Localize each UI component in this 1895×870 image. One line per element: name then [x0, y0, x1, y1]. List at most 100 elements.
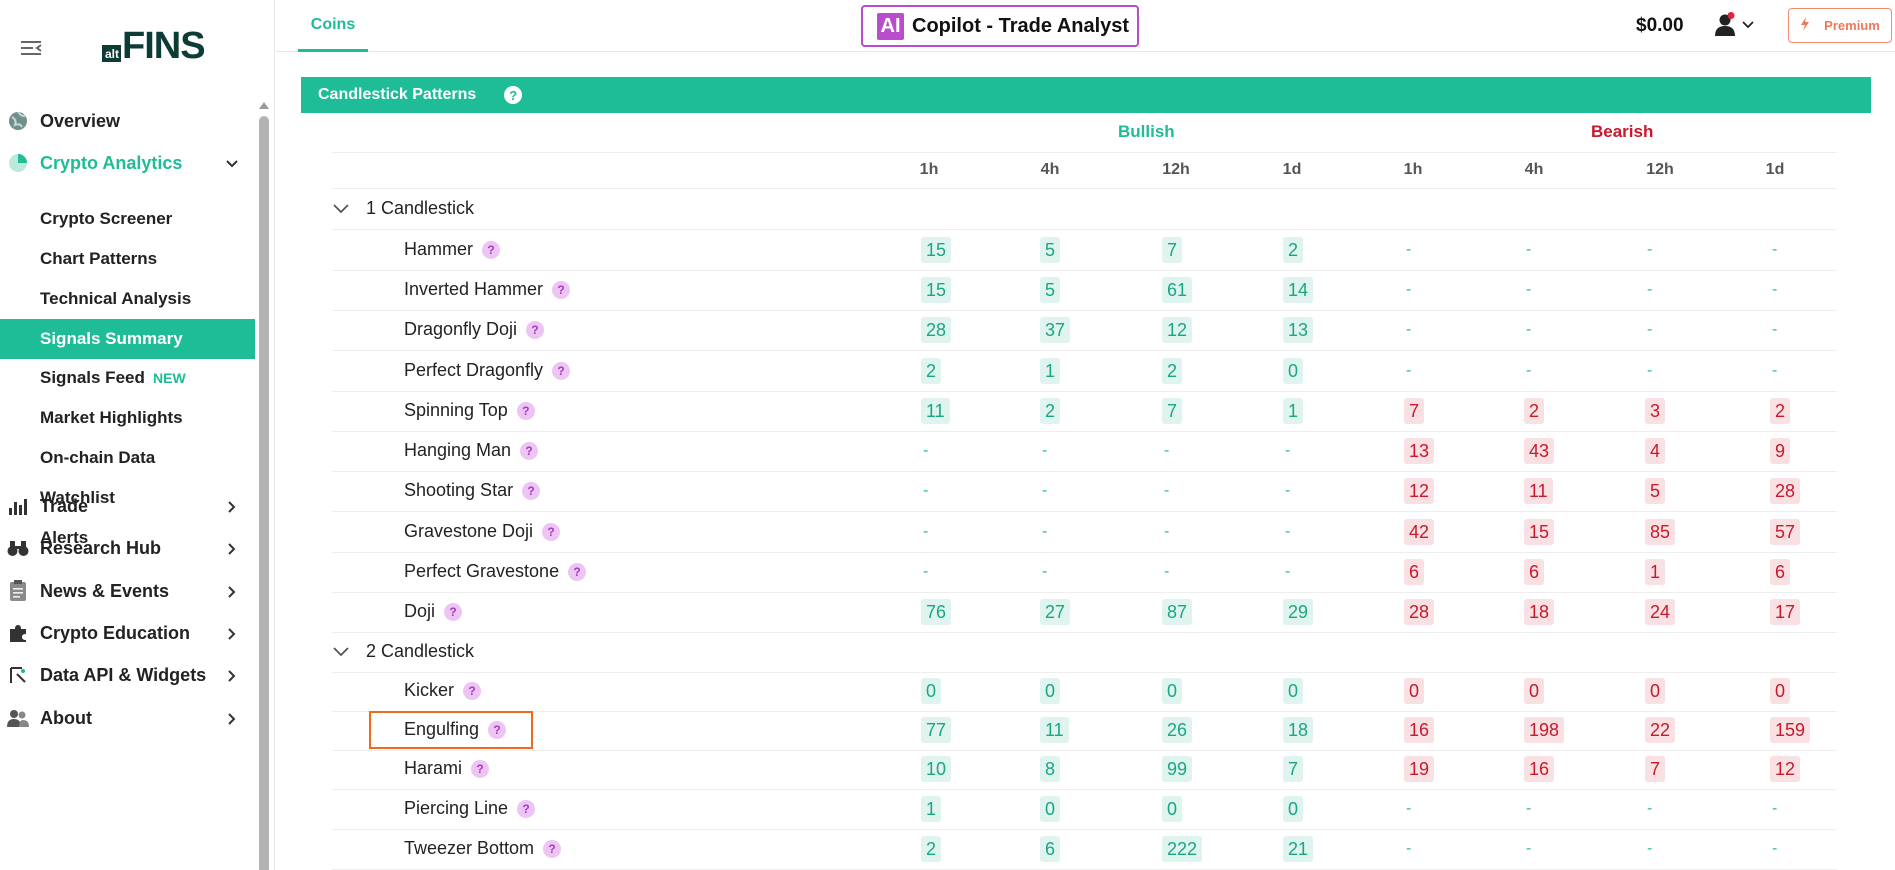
signal-cell-bull[interactable]: 37: [1040, 310, 1071, 349]
signal-cell-bull[interactable]: -: [921, 552, 928, 591]
help-question-icon[interactable]: ?: [444, 602, 463, 621]
signal-cell-bull[interactable]: 76: [921, 592, 952, 631]
signal-count[interactable]: 6: [1040, 835, 1061, 862]
scroll-up-arrow-icon[interactable]: [259, 102, 269, 109]
signal-count[interactable]: 2: [1162, 357, 1183, 384]
signal-cell-bull[interactable]: -: [1162, 552, 1169, 591]
signal-count[interactable]: 0: [1404, 677, 1425, 704]
signal-count[interactable]: 28: [921, 316, 952, 343]
sidebar-item-data-api-widgets[interactable]: Data API & Widgets: [0, 654, 258, 696]
help-question-icon[interactable]: ?: [552, 280, 571, 299]
signal-count[interactable]: 6: [1524, 558, 1545, 585]
signal-cell-bear[interactable]: -: [1770, 230, 1777, 269]
signal-count[interactable]: 16: [1524, 755, 1555, 782]
signal-cell-bear[interactable]: 0: [1524, 671, 1545, 710]
signal-cell-bull[interactable]: 2: [1283, 230, 1304, 269]
scrollbar-thumb[interactable]: [259, 116, 269, 870]
signal-cell-bull[interactable]: 15: [921, 230, 952, 269]
signal-count[interactable]: 1: [1040, 357, 1061, 384]
signal-count[interactable]: 222: [1162, 835, 1203, 862]
signal-cell-bear[interactable]: -: [1770, 270, 1777, 309]
signal-count[interactable]: 13: [1404, 437, 1435, 464]
sidebar-subitem-on-chain-data[interactable]: On-chain Data: [0, 438, 255, 478]
signal-count[interactable]: 8: [1040, 755, 1061, 782]
signal-count[interactable]: 0: [1283, 795, 1304, 822]
signal-cell-bull[interactable]: 5: [1040, 230, 1061, 269]
signal-cell-bear[interactable]: 7: [1645, 749, 1666, 788]
signal-cell-bull[interactable]: 77: [921, 710, 952, 749]
signal-cell-bear[interactable]: 28: [1404, 592, 1435, 631]
signal-count[interactable]: 26: [1162, 716, 1193, 743]
signal-count[interactable]: 159: [1770, 716, 1811, 743]
signal-cell-bull[interactable]: 0: [1040, 789, 1061, 828]
signal-count[interactable]: 42: [1404, 518, 1435, 545]
signal-cell-bull[interactable]: 0: [1040, 671, 1061, 710]
sidebar-subitem-signals-feed[interactable]: Signals Feed NEW: [0, 358, 255, 398]
signal-count[interactable]: 5: [1645, 477, 1666, 504]
sidebar-item-about[interactable]: About: [0, 697, 258, 739]
signal-cell-bear[interactable]: 6: [1770, 552, 1791, 591]
signal-count[interactable]: 5: [1040, 236, 1061, 263]
help-question-icon[interactable]: ?: [543, 839, 562, 858]
signal-count[interactable]: 77: [921, 716, 952, 743]
signal-cell-bear[interactable]: -: [1404, 789, 1411, 828]
signal-cell-bear[interactable]: -: [1524, 310, 1531, 349]
help-question-icon[interactable]: ?: [552, 361, 571, 380]
signal-count[interactable]: 85: [1645, 518, 1676, 545]
signal-cell-bear[interactable]: 7: [1404, 391, 1425, 430]
signal-cell-bear[interactable]: -: [1645, 310, 1652, 349]
signal-cell-bear[interactable]: 42: [1404, 512, 1435, 551]
signal-count[interactable]: 0: [1524, 677, 1545, 704]
signal-cell-bear[interactable]: 1: [1645, 552, 1666, 591]
signal-cell-bear[interactable]: -: [1404, 351, 1411, 390]
signal-count[interactable]: 5: [1040, 276, 1061, 303]
help-question-icon[interactable]: ?: [520, 441, 539, 460]
signal-cell-bull[interactable]: 2: [921, 351, 942, 390]
signal-cell-bear[interactable]: 9: [1770, 431, 1791, 470]
signal-count[interactable]: 7: [1404, 397, 1425, 424]
signal-count[interactable]: 12: [1770, 755, 1801, 782]
signal-count[interactable]: 28: [1770, 477, 1801, 504]
signal-cell-bull[interactable]: 0: [921, 671, 942, 710]
signal-cell-bear[interactable]: -: [1770, 310, 1777, 349]
chevron-right-icon[interactable]: [226, 627, 238, 640]
signal-cell-bear[interactable]: 3: [1645, 391, 1666, 430]
signal-cell-bear[interactable]: -: [1524, 789, 1531, 828]
signal-count[interactable]: 2: [921, 357, 942, 384]
signal-count[interactable]: 18: [1524, 598, 1555, 625]
signal-cell-bull[interactable]: 27: [1040, 592, 1071, 631]
signal-cell-bull[interactable]: 18: [1283, 710, 1314, 749]
signal-cell-bull[interactable]: 61: [1162, 270, 1193, 309]
signal-count[interactable]: 9: [1770, 437, 1791, 464]
signal-count[interactable]: 27: [1040, 598, 1071, 625]
signal-count[interactable]: 2: [1040, 397, 1061, 424]
signal-cell-bear[interactable]: 57: [1770, 512, 1801, 551]
signal-cell-bull[interactable]: -: [1162, 512, 1169, 551]
signal-cell-bear[interactable]: 159: [1770, 710, 1811, 749]
signal-cell-bull[interactable]: 11: [921, 391, 950, 430]
chevron-right-icon[interactable]: [226, 712, 238, 725]
signal-count[interactable]: 2: [1524, 397, 1545, 424]
signal-count[interactable]: 57: [1770, 518, 1801, 545]
signal-count[interactable]: 76: [921, 598, 952, 625]
help-question-icon[interactable]: ?: [471, 759, 490, 778]
sidebar-subitem-alerts[interactable]: Alerts: [0, 518, 255, 558]
signal-cell-bear[interactable]: 6: [1524, 552, 1545, 591]
signal-cell-bull[interactable]: -: [921, 471, 928, 510]
signal-cell-bear[interactable]: 16: [1404, 710, 1435, 749]
signal-cell-bull[interactable]: 0: [1283, 789, 1304, 828]
signal-count[interactable]: 22: [1645, 716, 1676, 743]
signal-cell-bear[interactable]: 17: [1770, 592, 1801, 631]
signal-count[interactable]: 37: [1040, 316, 1071, 343]
signal-count[interactable]: 99: [1162, 755, 1193, 782]
signal-cell-bull[interactable]: -: [1040, 552, 1047, 591]
signal-count[interactable]: 198: [1524, 716, 1565, 743]
signal-cell-bull[interactable]: -: [1162, 471, 1169, 510]
signal-count[interactable]: 0: [921, 677, 942, 704]
signal-cell-bull[interactable]: 0: [1162, 671, 1183, 710]
copilot-button[interactable]: AI Copilot - Trade Analyst: [861, 5, 1139, 47]
section-1-candlestick[interactable]: 1 Candlestick: [332, 189, 474, 227]
signal-cell-bull[interactable]: -: [1040, 471, 1047, 510]
signal-cell-bear[interactable]: 18: [1524, 592, 1555, 631]
signal-count[interactable]: 11: [1524, 477, 1553, 504]
